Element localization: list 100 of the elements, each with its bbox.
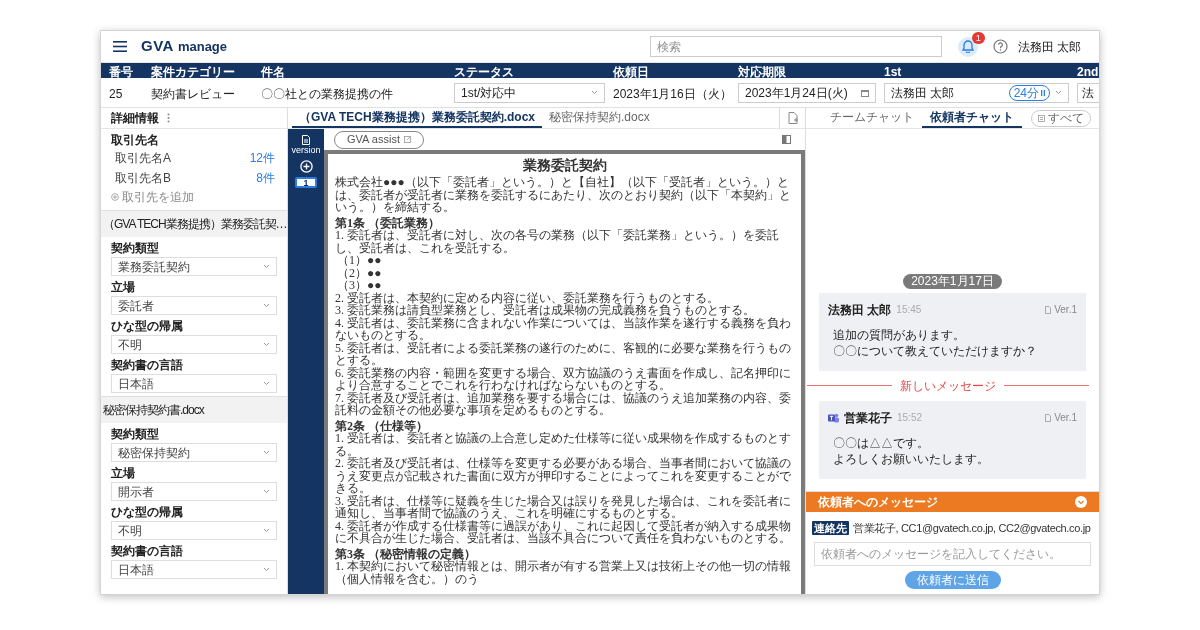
composer-header: 依頼者へのメッセージ (806, 491, 1099, 512)
document-section-title: 秘密保持契約書.docx (103, 402, 204, 419)
clause-text: 6. 委託業務の内容・範囲を変更する場合、双方協議のうえ書面を作成し、記名押印により合意することでこれを行わなければならないものとする。 (335, 366, 792, 392)
dropdown-field[interactable]: 日本語 (111, 374, 277, 393)
version-button[interactable]: version (291, 135, 321, 156)
chevron-down-icon (263, 381, 270, 386)
file-plus-icon (787, 112, 798, 124)
chat-tab[interactable]: 依頼者チャット (922, 108, 1022, 128)
clause-text: （1）●● (336, 254, 382, 267)
assignee-select[interactable]: 法務田 太郎 24分 (884, 82, 1069, 103)
notification-badge: 1 (971, 31, 985, 44)
document-title: 業務委託契約 (521, 157, 608, 174)
dropdown-field[interactable]: 不明 (111, 521, 277, 540)
status-select[interactable]: 1st/対応中 (454, 82, 605, 103)
field-label: 契約類型 (111, 241, 160, 256)
chevron-down-icon (263, 528, 270, 533)
field-label: 立場 (111, 466, 136, 481)
document-tab[interactable]: 秘密保持契約.docx (542, 108, 657, 128)
message-time: 15:52 (897, 411, 924, 425)
calendar-icon (861, 88, 869, 97)
list-icon (1038, 114, 1045, 122)
field-label: 取引先名 (111, 133, 160, 148)
panel-title: 詳細情報 (111, 110, 159, 127)
clause-text: 4. 受託者は、委託業務に含まれない作業については、当該作業を遂行する義務を負わないものとする。 (335, 316, 792, 342)
document-icon (302, 135, 310, 145)
article-heading: 第3条 （秘密情報の定義） (335, 547, 476, 560)
date-chip: 2023年1月17日 (903, 273, 1002, 289)
recipient-tag: 連絡先 (812, 520, 849, 535)
chevron-down-icon (263, 567, 270, 572)
chevron-down-icon (263, 489, 270, 494)
help-icon[interactable] (992, 39, 1008, 54)
field-label: ひな型の帰属 (111, 319, 184, 334)
external-link-icon (404, 136, 411, 143)
add-circle-icon[interactable] (299, 160, 313, 173)
new-message-divider-label: 新しいメッセージ (900, 377, 996, 395)
add-icon (111, 192, 119, 201)
clause-text: 4. 委託者が作成する仕様書等に過誤があり、これに起因して受託者が納入する成果物に不具合が生じた場合、受託者は、当該不具合について責任を負わないものとする。 (335, 519, 792, 545)
chevron-down-icon (263, 303, 270, 308)
message-text: よろしくお願いいたします。 (832, 450, 990, 467)
version-number-button[interactable]: 1 (295, 177, 317, 188)
dropdown-field[interactable]: 秘密保持契約 (111, 443, 277, 462)
logo-text: manage (177, 38, 228, 57)
status-select[interactable]: 法 (1077, 82, 1099, 103)
file-icon (1045, 305, 1052, 314)
message-time: 15:45 (896, 303, 923, 317)
document-section-title: （GVA TECH業務提携）業務委託契… (103, 216, 287, 233)
clause-text: 1. 委託者は、受託者に対し、次の各号の業務（以下「委託業務」という。）を委託し、受託者は、これを受託する。 (335, 229, 780, 254)
field-label: ひな型の帰属 (111, 505, 184, 520)
column-header: 依頼日 (613, 64, 649, 79)
chat-tab[interactable]: チームチャット (822, 108, 922, 128)
field-label: 立場 (111, 280, 136, 295)
message-text: 〇〇は△△です。 (832, 434, 930, 451)
partner-name: 取引先名B (115, 170, 171, 187)
panel-toggle-icon[interactable] (782, 135, 791, 144)
message-input[interactable]: 依頼者へのメッセージを記入してください。 (814, 542, 1091, 566)
column-header: 案件カテゴリー (151, 64, 235, 79)
partner-count-link[interactable]: 8件 (256, 169, 275, 187)
message-text: 〇〇について教えていただけますか？ (832, 342, 1038, 359)
dropdown-field[interactable]: 業務委託契約 (111, 257, 277, 276)
recipient-list: 営業花子, CC1@gvatech.co.jp, CC2@gvatech.co.jp (853, 519, 1091, 536)
column-header: 番号 (109, 64, 133, 79)
pause-icon (1041, 89, 1045, 96)
more-icon[interactable] (167, 113, 170, 123)
column-header: 1st (884, 64, 902, 79)
article-heading: 第1条 （委託業務） (335, 216, 440, 229)
article-heading: 第2条 （仕様等） (335, 419, 428, 432)
column-header: ステータス (454, 64, 514, 79)
field-label: 契約書の言語 (111, 544, 184, 559)
clause-text: 2. 委託者及び受託者は、仕様等を変更する必要がある場合、当事者間において協議のうえ変更点が記載された書面に双方が押印することによってこれを変更することができる。 (335, 457, 792, 495)
date-field[interactable]: 2023年1月24日(火) (738, 82, 876, 103)
column-header: 2nd (1077, 64, 1099, 79)
dropdown-field[interactable]: 開示者 (111, 482, 277, 501)
document-tab[interactable]: （GVA TECH業務提携）業務委託契約.docx (292, 108, 542, 128)
table-cell: 契約書レビュー (151, 86, 235, 101)
clause-text: 7. 委託者及び受託者は、追加業務を要する場合には、協議のうえ追加業務の内容、委託料の金額その他必要な事項を定めるものとする。 (335, 391, 792, 417)
sender-name: 法務田 太郎 (828, 301, 892, 319)
search-field[interactable]: 検索 (649, 36, 942, 57)
chevron-down-icon (1055, 90, 1062, 95)
column-header: 件名 (261, 64, 285, 79)
add-partner-link[interactable]: 取引先を追加 (122, 187, 194, 206)
partner-name: 取引先名A (115, 150, 171, 167)
bell-icon (961, 40, 974, 53)
collapse-icon[interactable] (1075, 495, 1087, 508)
partner-count-link[interactable]: 12件 (249, 149, 275, 167)
menu-icon[interactable] (113, 41, 127, 52)
logo-mark: GVA (141, 36, 174, 57)
clause-text: 3. 受託者は、仕様等に疑義を生じた場合又は誤りを発見した場合は、これを委託者に通知し、当事者間で協議のうえ、これを明確にするものとする。 (335, 494, 792, 520)
clause-text: 株式会社●●●（以下「委託者」という。）と【自社】（以下「受託者」という。）とは、委託者が受託者に業務を委託するにあたり、次のとおり契約（以下「本契約」という。）を締結する。 (335, 176, 792, 214)
dropdown-field[interactable]: 委託者 (111, 296, 277, 315)
clause-text: 2. 受託者は、本契約に定める内容に従い、委託業務を行うものとする。 (335, 291, 720, 304)
clause-text: （2）●● (336, 266, 383, 279)
notification-button[interactable] (957, 36, 978, 57)
file-icon (1045, 413, 1052, 422)
field-label: 契約書の言語 (111, 358, 184, 373)
dropdown-field[interactable]: 不明 (111, 335, 277, 354)
chevron-down-icon (591, 90, 598, 95)
table-cell: 25 (109, 86, 123, 101)
clause-text: 3. 委託業務は請負型業務とし、受託者は成果物の完成義務を負うものとする。 (335, 304, 756, 317)
dropdown-field[interactable]: 日本語 (111, 560, 277, 579)
chevron-down-icon (263, 342, 270, 347)
